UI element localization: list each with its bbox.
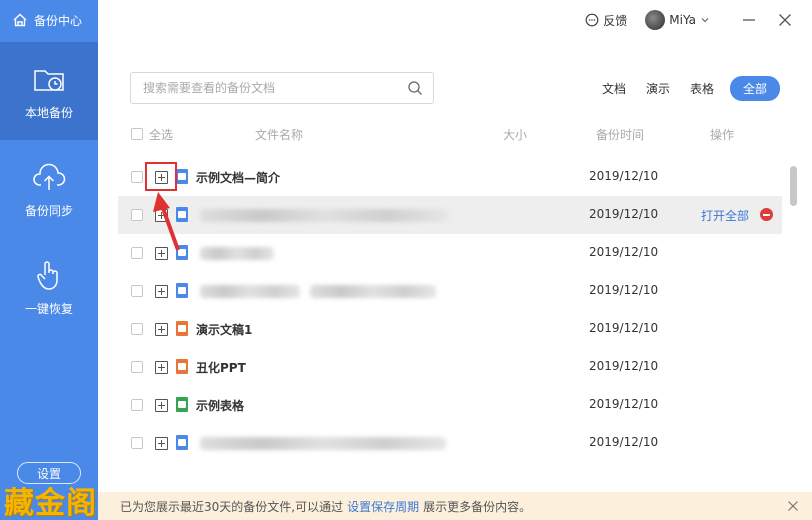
search-input[interactable] [143,81,407,95]
table-row[interactable]: 2019/12/10 [118,234,782,272]
table-row[interactable]: 示例表格 2019/12/10 [118,386,782,424]
row-checkbox[interactable] [131,171,143,183]
hand-tap-icon [37,260,58,290]
column-size: 大小 [503,128,528,142]
open-all-link[interactable]: 打开全部 [701,207,749,224]
feedback-label: 反馈 [603,13,628,28]
close-icon[interactable] [786,499,800,513]
feedback-button[interactable]: 反馈 [585,12,627,29]
sidebar-item-backup-sync[interactable]: 备份同步 [0,140,98,238]
table-row[interactable]: 2019/12/10 [118,272,782,310]
row-checkbox[interactable] [131,323,143,335]
table-row[interactable]: 丑化PPT 2019/12/10 [118,348,782,386]
table-row[interactable]: 2019/12/10 打开全部 [118,196,782,234]
expand-button[interactable] [155,323,168,336]
minimize-button[interactable] [738,9,760,31]
backup-date: 2019/12/10 [589,245,659,259]
footer-notice: 已为您展示最近30天的备份文件,可以通过 设置保存周期 展示更多备份内容。 [98,492,812,520]
chevron-down-icon [701,18,709,23]
word-file-icon [176,169,188,184]
column-action: 操作 [710,128,735,142]
redacted-file-name [200,285,300,298]
backup-date: 2019/12/10 [589,435,659,449]
sidebar-item-local-backup[interactable]: 本地备份 [0,42,98,140]
chat-bubble-icon [585,13,599,27]
filter-presentation[interactable]: 演示 [646,76,670,101]
annotation-arrow-icon [153,192,180,251]
row-checkbox[interactable] [131,437,143,449]
cloud-upload-icon [33,163,66,190]
sidebar: 备份中心 本地备份 备份同步 一键恢复 设置 藏金阁 [0,0,98,520]
select-all-label: 全选 [149,128,174,142]
close-icon [779,14,791,26]
topbar: 反馈 MiYa [98,0,812,40]
column-time: 备份时间 [596,128,645,142]
watermark: 藏金阁 [4,486,97,520]
filter-tabs: 文档 演示 表格 全部 [602,76,780,101]
backup-date: 2019/12/10 [589,359,659,373]
brand-title: 备份中心 [34,13,83,28]
table-row[interactable]: 演示文稿1 2019/12/10 [118,310,782,348]
file-name: 示例文档—简介 [196,171,281,185]
annotation-highlight-box [145,162,177,191]
column-name: 文件名称 [255,128,304,142]
avatar [645,10,666,30]
backup-date: 2019/12/10 [589,283,659,297]
table-row[interactable]: 2019/12/10 [118,424,782,462]
filter-spreadsheet[interactable]: 表格 [690,76,714,101]
row-checkbox[interactable] [131,209,143,221]
ppt-file-icon [176,359,188,374]
table-header: 全选 文件名称 大小 备份时间 操作 [118,126,782,144]
expand-button[interactable] [155,399,168,412]
row-checkbox[interactable] [131,285,143,297]
close-button[interactable] [774,9,796,31]
delete-icon[interactable] [760,208,773,221]
word-file-icon [176,283,188,298]
backup-date: 2019/12/10 [589,397,659,411]
row-checkbox[interactable] [131,361,143,373]
table-row[interactable]: 示例文档—简介 2019/12/10 [118,158,782,196]
file-name: 示例表格 [196,399,245,413]
backup-home-icon [13,13,27,27]
user-name: MiYa [669,13,696,27]
sidebar-item-label: 一键恢复 [24,301,73,316]
sidebar-item-restore[interactable]: 一键恢复 [0,238,98,336]
file-name: 丑化PPT [196,361,246,375]
scrollbar-thumb[interactable] [790,166,797,206]
backup-date: 2019/12/10 [589,169,659,183]
sidebar-item-label: 本地备份 [24,105,73,120]
expand-button[interactable] [155,285,168,298]
brand: 备份中心 [0,0,98,40]
user-menu[interactable]: MiYa [645,10,710,30]
minimize-icon [743,19,755,21]
backup-date: 2019/12/10 [589,207,659,221]
word-file-icon [176,435,188,450]
folder-clock-icon [34,69,64,91]
backup-date: 2019/12/10 [589,321,659,335]
row-checkbox[interactable] [131,247,143,259]
redacted-file-name [310,285,436,298]
redacted-file-name [200,437,446,450]
redacted-file-name [200,209,448,222]
retention-settings-link[interactable]: 设置保存周期 [347,498,419,515]
ppt-file-icon [176,321,188,336]
search-icon[interactable] [407,80,423,96]
footer-text-after: 展示更多备份内容。 [423,499,532,514]
excel-file-icon [176,397,188,412]
sidebar-item-label: 备份同步 [24,203,73,218]
expand-button[interactable] [155,361,168,374]
redacted-file-name [200,247,274,260]
footer-text: 已为您展示最近30天的备份文件,可以通过 [120,499,344,514]
filter-doc[interactable]: 文档 [602,76,626,101]
row-checkbox[interactable] [131,399,143,411]
file-name: 演示文稿1 [196,323,253,337]
select-all-checkbox[interactable] [131,128,143,140]
filter-all[interactable]: 全部 [729,76,780,101]
expand-button[interactable] [155,437,168,450]
search-box [130,72,434,104]
